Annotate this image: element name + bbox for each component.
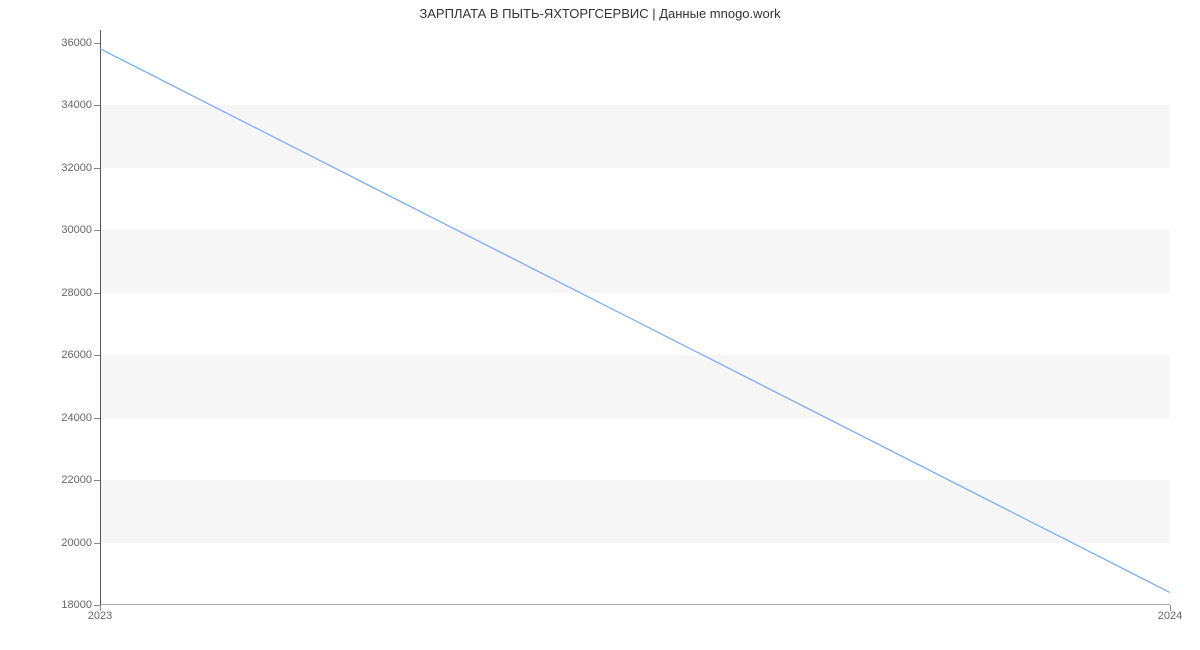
y-tick-mark xyxy=(94,543,100,544)
y-tick-label: 36000 xyxy=(32,37,92,49)
y-tick-label: 34000 xyxy=(32,99,92,111)
y-tick-mark xyxy=(94,230,100,231)
y-tick-mark xyxy=(94,355,100,356)
chart-title: ЗАРПЛАТА В ПЫТЬ-ЯХТОРГСЕРВИС | Данные mn… xyxy=(0,0,1200,30)
y-tick-label: 32000 xyxy=(32,162,92,174)
y-tick-mark xyxy=(94,418,100,419)
x-tick-label: 2024 xyxy=(1158,610,1182,622)
x-tick-label: 2023 xyxy=(88,610,112,622)
chart-area: 1800020000220002400026000280003000032000… xyxy=(100,30,1170,605)
x-tick-mark xyxy=(100,605,101,611)
line-series xyxy=(100,30,1170,605)
y-tick-label: 18000 xyxy=(32,599,92,611)
y-tick-mark xyxy=(94,105,100,106)
y-tick-mark xyxy=(94,168,100,169)
x-tick-mark xyxy=(1170,605,1171,611)
y-tick-mark xyxy=(94,43,100,44)
y-tick-label: 22000 xyxy=(32,474,92,486)
y-tick-label: 26000 xyxy=(32,349,92,361)
y-tick-label: 24000 xyxy=(32,412,92,424)
y-tick-label: 20000 xyxy=(32,537,92,549)
y-tick-mark xyxy=(94,293,100,294)
y-tick-label: 30000 xyxy=(32,224,92,236)
y-tick-mark xyxy=(94,480,100,481)
y-tick-label: 28000 xyxy=(32,287,92,299)
